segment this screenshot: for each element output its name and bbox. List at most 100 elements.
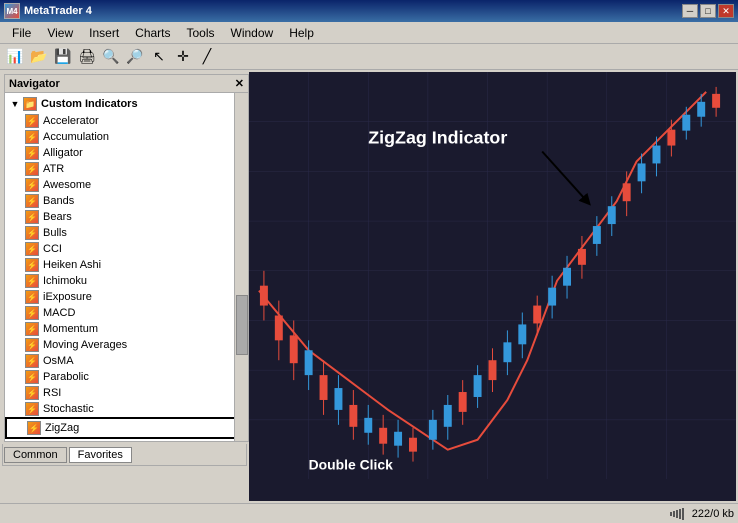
navigator-wrapper: Navigator ✕ ▼ 📁 Custom Indicators ⚡ xyxy=(2,72,247,501)
list-item[interactable]: ⚡ Parabolic xyxy=(5,369,248,385)
item-label: Bears xyxy=(43,211,72,223)
indicator-icon: ⚡ xyxy=(25,402,39,416)
chart-canvas: ZigZag Indicator Double Click xyxy=(249,72,736,479)
new-chart-icon[interactable]: 📊 xyxy=(4,46,26,68)
tree-root[interactable]: ▼ 📁 Custom Indicators xyxy=(5,95,248,113)
item-label: ZigZag xyxy=(45,422,79,434)
save-icon[interactable]: 💾 xyxy=(52,46,74,68)
menu-help[interactable]: Help xyxy=(281,24,322,42)
list-item[interactable]: ⚡ Accelerator xyxy=(5,113,248,129)
nav-bottom-tabs: Common Favorites xyxy=(2,444,247,466)
list-item[interactable]: ⚡ Momentum xyxy=(5,321,248,337)
indicator-icon: ⚡ xyxy=(27,421,41,435)
status-bar: 222/0 kb xyxy=(0,503,738,523)
print-icon[interactable]: 🖨 xyxy=(76,46,98,68)
menu-charts[interactable]: Charts xyxy=(127,24,178,42)
list-item[interactable]: ⚡ Ichimoku xyxy=(5,273,248,289)
nav-scrollbar[interactable] xyxy=(234,93,248,441)
item-label: Bands xyxy=(43,195,74,207)
app-window: M4 MetaTrader 4 ─ □ ✕ File View Insert C… xyxy=(0,0,738,523)
crosshair-icon[interactable]: ✛ xyxy=(172,46,194,68)
menu-window[interactable]: Window xyxy=(223,24,282,42)
indicator-icon: ⚡ xyxy=(25,258,39,272)
navigator-title: Navigator xyxy=(9,78,60,90)
folder-icon: 📁 xyxy=(23,97,37,111)
item-label: Accelerator xyxy=(43,115,99,127)
item-label: Momentum xyxy=(43,323,98,335)
item-label: Stochastic xyxy=(43,403,94,415)
zigzag-list-item[interactable]: ⚡ ZigZag xyxy=(5,417,248,439)
list-item[interactable]: ⚡ Moving Averages xyxy=(5,337,248,353)
item-label: CCI xyxy=(43,243,62,255)
window-title: MetaTrader 4 xyxy=(24,5,92,17)
status-info: 222/0 kb xyxy=(692,508,734,520)
indicator-icon: ⚡ xyxy=(25,338,39,352)
list-item[interactable]: ⚡ Alligator xyxy=(5,145,248,161)
minimize-button[interactable]: ─ xyxy=(682,4,698,18)
list-item[interactable]: ⚡ Heiken Ashi xyxy=(5,257,248,273)
signal-icon xyxy=(670,508,684,520)
navigator-close-button[interactable]: ✕ xyxy=(235,77,244,90)
list-item[interactable]: ⚡ CCI xyxy=(5,241,248,257)
item-label: iExposure xyxy=(43,291,92,303)
list-item[interactable]: ⚡ ATR xyxy=(5,161,248,177)
menu-view[interactable]: View xyxy=(39,24,81,42)
list-item[interactable]: ⚡ Accumulation xyxy=(5,129,248,145)
chart-area[interactable]: ZigZag Indicator Double Click xyxy=(249,72,736,501)
item-label: MACD xyxy=(43,307,75,319)
menu-tools[interactable]: Tools xyxy=(179,24,223,42)
item-label: Heiken Ashi xyxy=(43,259,101,271)
indicator-icon: ⚡ xyxy=(25,114,39,128)
tab-favorites[interactable]: Favorites xyxy=(69,447,132,463)
indicator-icon: ⚡ xyxy=(25,322,39,336)
open-icon[interactable]: 📂 xyxy=(28,46,50,68)
line-icon[interactable]: ╱ xyxy=(196,46,218,68)
close-button[interactable]: ✕ xyxy=(718,4,734,18)
list-item[interactable]: ⚡ Bulls xyxy=(5,225,248,241)
svg-text:Double Click: Double Click xyxy=(309,457,393,473)
zoom-in-icon[interactable]: 🔍 xyxy=(100,46,122,68)
navigator-content: ▼ 📁 Custom Indicators ⚡ Accelerator ⚡ Ac… xyxy=(5,93,248,441)
item-label: OsMA xyxy=(43,355,74,367)
indicator-icon: ⚡ xyxy=(25,370,39,384)
title-bar: M4 MetaTrader 4 ─ □ ✕ xyxy=(0,0,738,22)
indicator-icon: ⚡ xyxy=(25,290,39,304)
tab-common[interactable]: Common xyxy=(4,447,67,463)
indicator-icon: ⚡ xyxy=(25,130,39,144)
item-label: Alligator xyxy=(43,147,83,159)
zoom-out-icon[interactable]: 🔎 xyxy=(124,46,146,68)
indicator-icon: ⚡ xyxy=(25,242,39,256)
list-item[interactable]: ⚡ Bands xyxy=(5,193,248,209)
list-item[interactable]: ⚡ Stochastic xyxy=(5,401,248,417)
root-label: Custom Indicators xyxy=(41,98,138,110)
item-label: Ichimoku xyxy=(43,275,87,287)
arrow-icon[interactable]: ↖ xyxy=(148,46,170,68)
app-icon: M4 xyxy=(4,3,20,19)
indicator-icon: ⚡ xyxy=(25,210,39,224)
menu-insert[interactable]: Insert xyxy=(81,24,127,42)
item-label: Parabolic xyxy=(43,371,89,383)
item-label: Accumulation xyxy=(43,131,109,143)
nav-scroll-thumb[interactable] xyxy=(236,295,248,355)
list-item[interactable]: ⚡ Bears xyxy=(5,209,248,225)
item-label: RSI xyxy=(43,387,61,399)
list-item[interactable]: ⚡ iExposure xyxy=(5,289,248,305)
restore-button[interactable]: □ xyxy=(700,4,716,18)
tree-area: ▼ 📁 Custom Indicators ⚡ Accelerator ⚡ Ac… xyxy=(5,93,248,441)
list-item[interactable]: ⚡ OsMA xyxy=(5,353,248,369)
main-layout: Navigator ✕ ▼ 📁 Custom Indicators ⚡ xyxy=(0,70,738,503)
list-item[interactable]: ⚡ Awesome xyxy=(5,177,248,193)
indicator-icon: ⚡ xyxy=(25,354,39,368)
navigator-header: Navigator ✕ xyxy=(5,75,248,93)
indicator-icon: ⚡ xyxy=(25,386,39,400)
list-item[interactable]: ⚡ RSI xyxy=(5,385,248,401)
menu-file[interactable]: File xyxy=(4,24,39,42)
list-item[interactable]: ⚡ MACD xyxy=(5,305,248,321)
item-label: Bulls xyxy=(43,227,67,239)
menu-bar: File View Insert Charts Tools Window Hel… xyxy=(0,22,738,44)
collapse-icon: ▼ xyxy=(9,98,21,110)
item-label: Awesome xyxy=(43,179,91,191)
toolbar: 📊 📂 💾 🖨 🔍 🔎 ↖ ✛ ╱ xyxy=(0,44,738,70)
indicator-icon: ⚡ xyxy=(25,178,39,192)
indicator-icon: ⚡ xyxy=(25,226,39,240)
